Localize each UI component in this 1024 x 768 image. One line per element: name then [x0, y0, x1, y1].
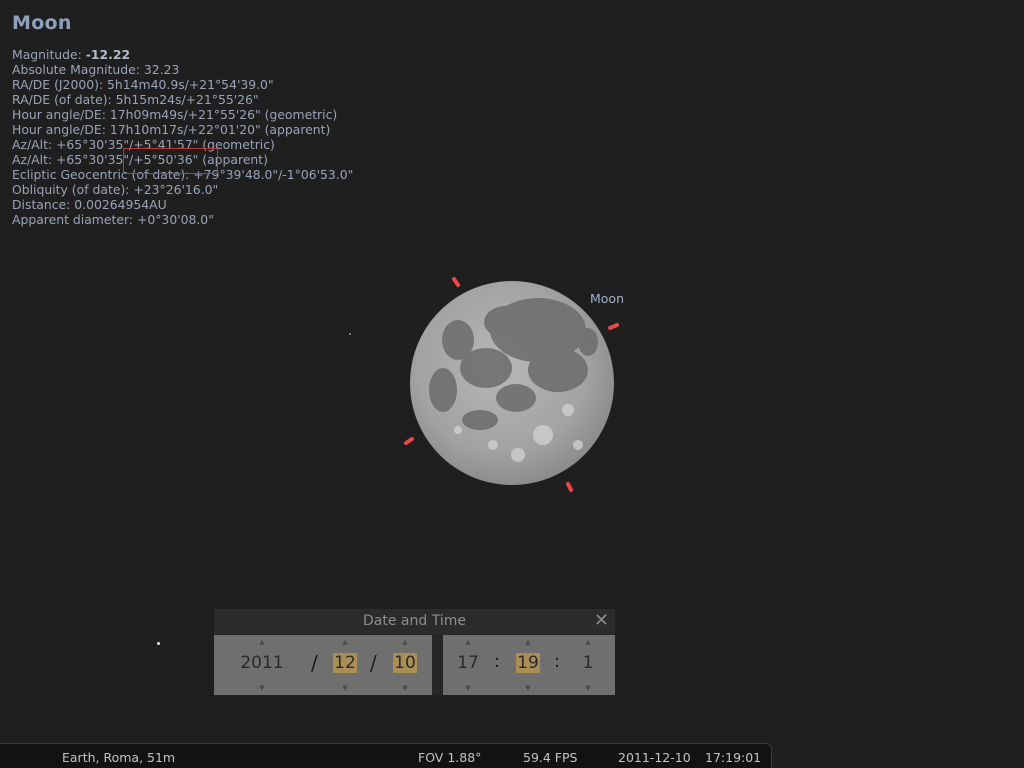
selection-marker [404, 437, 414, 445]
info-absolute-magnitude: Absolute Magnitude: 32.23 [12, 62, 180, 77]
fov-label: FOV 1.88° [418, 750, 482, 765]
decrement-day-arrow-icon[interactable]: ▼ [388, 684, 422, 692]
info-magnitude: Magnitude: -12.22 [12, 47, 131, 62]
fps-label: 59.4 FPS [523, 750, 578, 765]
location-label[interactable]: Earth, Roma, 51m [62, 750, 175, 765]
date-separator: / [311, 651, 318, 675]
day-value[interactable]: 10 [393, 653, 417, 673]
time-separator: : [554, 651, 561, 672]
date-separator: / [370, 651, 377, 675]
decrement-second-arrow-icon[interactable]: ▼ [571, 684, 605, 692]
decrement-minute-arrow-icon[interactable]: ▼ [511, 684, 545, 692]
minute-value[interactable]: 19 [516, 653, 540, 673]
increment-day-arrow-icon[interactable]: ▲ [388, 638, 422, 646]
decrement-month-arrow-icon[interactable]: ▼ [328, 684, 362, 692]
object-info-panel: Magnitude: -12.22 Absolute Magnitude: 32… [12, 47, 353, 227]
increment-hour-arrow-icon[interactable]: ▲ [451, 638, 485, 646]
status-bar: Earth, Roma, 51m FOV 1.88° 59.4 FPS 2011… [0, 743, 772, 768]
info-hour-angle-apparent: Hour angle/DE: 17h10m17s/+22°01'20" (app… [12, 122, 331, 137]
info-hour-angle-geometric: Hour angle/DE: 17h09m49s/+21°55'26" (geo… [12, 107, 338, 122]
increment-year-arrow-icon[interactable]: ▲ [234, 638, 290, 646]
selection-marker [566, 482, 573, 492]
time-panel: ▲ 17 ▼ : ▲ 19 ▼ : ▲ 1 ▼ [443, 635, 615, 695]
close-icon[interactable]: ✕ [594, 610, 609, 631]
hour-spinbox[interactable]: ▲ 17 ▼ [451, 635, 485, 695]
increment-minute-arrow-icon[interactable]: ▲ [511, 638, 545, 646]
selection-marker [452, 277, 460, 287]
object-name: Moon [12, 12, 72, 34]
info-obliquity: Obliquity (of date): +23°26'16.0" [12, 182, 219, 197]
annotation-box [123, 148, 218, 174]
second-spinbox[interactable]: ▲ 1 ▼ [571, 635, 605, 695]
info-apparent-diameter: Apparent diameter: +0°30'08.0" [12, 212, 214, 227]
month-value[interactable]: 12 [333, 653, 357, 673]
day-spinbox[interactable]: ▲ 10 ▼ [388, 635, 422, 695]
dialog-title-bar[interactable]: Date and Time ✕ [214, 609, 615, 634]
decrement-hour-arrow-icon[interactable]: ▼ [451, 684, 485, 692]
moon-label[interactable]: Moon [590, 291, 624, 306]
year-value[interactable]: 2011 [234, 653, 290, 673]
time-separator: : [494, 651, 501, 672]
date-panel: ▲ 2011 ▼ / ▲ 12 ▼ / ▲ 10 ▼ [214, 635, 432, 695]
date-time-dialog: Date and Time ✕ ▲ 2011 ▼ / ▲ 12 ▼ / ▲ 10… [214, 609, 615, 695]
increment-month-arrow-icon[interactable]: ▲ [328, 638, 362, 646]
time-label: 17:19:01 [705, 750, 762, 765]
second-value[interactable]: 1 [571, 653, 605, 673]
increment-second-arrow-icon[interactable]: ▲ [571, 638, 605, 646]
dialog-title: Date and Time [363, 613, 466, 629]
info-ra-de-j2000: RA/DE (J2000): 5h14m40.9s/+21°54'39.0" [12, 77, 274, 92]
minute-spinbox[interactable]: ▲ 19 ▼ [511, 635, 545, 695]
date-label: 2011-12-10 [618, 750, 691, 765]
star[interactable] [349, 333, 351, 335]
info-ra-de-of-date: RA/DE (of date): 5h15m24s/+21°55'26" [12, 92, 259, 107]
month-spinbox[interactable]: ▲ 12 ▼ [328, 635, 362, 695]
hour-value[interactable]: 17 [451, 653, 485, 673]
star[interactable] [157, 642, 160, 645]
selection-marker [608, 323, 619, 330]
decrement-year-arrow-icon[interactable]: ▼ [234, 684, 290, 692]
year-spinbox[interactable]: ▲ 2011 ▼ [234, 635, 290, 695]
info-distance: Distance: 0.00264954AU [12, 197, 167, 212]
